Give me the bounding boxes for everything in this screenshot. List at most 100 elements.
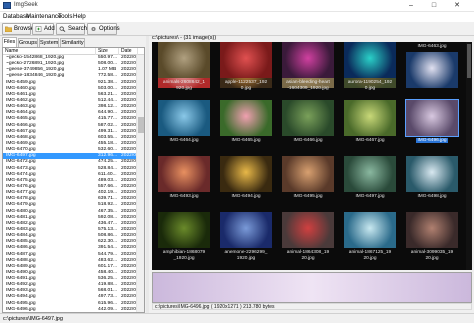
thumbnail-image xyxy=(220,42,272,78)
thumbnail-caption: IMG-6497.jpg xyxy=(340,194,400,200)
thumbnail-image xyxy=(282,42,334,78)
caption-text: apple-1122537_192 0.jpg xyxy=(224,80,268,91)
caption-text: amphibian-1868079 _1920.jpg xyxy=(162,250,206,261)
options-button[interactable]: Options xyxy=(87,23,120,35)
thumbnail-caption: animal-1864308_19 20.jpg xyxy=(278,250,338,261)
add-button[interactable]: Add xyxy=(32,23,55,35)
menu-maintenance[interactable]: Maintenance xyxy=(26,13,61,20)
folder-icon xyxy=(5,26,12,32)
list-header: Name Size Date xyxy=(3,48,144,55)
panel-splitter[interactable] xyxy=(146,36,149,314)
caption-text: animal-3099035_19 20.jpg xyxy=(410,250,454,261)
caption-text: anemone-2296299_ 1920.jpg xyxy=(224,250,268,261)
thumbnail-image xyxy=(344,212,396,248)
thumbnail-image xyxy=(282,212,334,248)
column-date[interactable]: Date xyxy=(119,48,138,55)
toolbar: Browse Add Search Options xyxy=(0,22,474,36)
caption-text: IMG-6466.jpg xyxy=(293,138,323,143)
thumbnail-image xyxy=(158,100,210,136)
thumbnail-image xyxy=(406,52,458,88)
status-bar: c:\pictures\IMG-6497.jpg xyxy=(0,313,474,323)
caption-text: aurora-1190254_192 0.jpg xyxy=(347,80,393,91)
image-preview xyxy=(152,272,472,303)
list-scroll-thumb[interactable] xyxy=(138,117,144,133)
caption-text: IMG-6497.jpg xyxy=(355,194,385,199)
thumbnail-image xyxy=(282,100,334,136)
caption-text: IMG-6465.jpg xyxy=(231,138,261,143)
close-button[interactable]: ✕ xyxy=(448,0,466,12)
thumbnail-caption: animal-3099035_19 20.jpg xyxy=(402,250,462,261)
file-rows: ~gecko-1542868_1920.jpg550.97...2022/07/… xyxy=(3,55,138,312)
caption-text: IMG-6463.jpg xyxy=(417,44,447,49)
thumbnail-caption: IMG-6466.jpg xyxy=(278,138,338,144)
thumbnail-image xyxy=(406,156,458,192)
browse-button[interactable]: Browse xyxy=(2,23,35,35)
maximize-button[interactable]: □ xyxy=(425,0,443,12)
caption-text: animal-1864308_19 20.jpg xyxy=(286,250,330,261)
thumbnail-caption: amphibian-1868079 _1920.jpg xyxy=(154,250,214,261)
list-item[interactable]: IMG-6496.jpg442.09...2022/07/... xyxy=(3,306,138,312)
menu-help[interactable]: Help xyxy=(73,13,86,20)
caption-text: animal-1867125_19 20.jpg xyxy=(348,250,392,261)
tab-groups[interactable]: Groups xyxy=(18,38,38,47)
search-button[interactable]: Search xyxy=(56,23,88,35)
caption-text: IMG-6464.jpg xyxy=(169,138,199,143)
thumbnail-image xyxy=(344,100,396,136)
thumbnail-image xyxy=(158,212,210,248)
grid-path: c:\pictures\ - (31 image(s)) xyxy=(152,35,217,41)
status-path: c:\pictures\IMG-6497.jpg xyxy=(3,316,63,322)
thumbnail-caption: IMG-6464.jpg xyxy=(154,138,214,144)
thumbnail-caption: IMG-6463.jpg xyxy=(402,44,462,50)
grid-scroll-thumb[interactable] xyxy=(467,44,471,78)
tab-similarity[interactable]: Similarity xyxy=(60,38,85,47)
thumbnail-image xyxy=(220,156,272,192)
thumbnail-caption: IMG-6467.jpg xyxy=(340,138,400,144)
thumbnail-caption: animals-2608642_1 920.jpg xyxy=(154,80,214,91)
add-label: Add xyxy=(44,26,55,32)
preview-info: c:\pictures\IMG-6496.jpg ( 1920x1271 ) 2… xyxy=(155,304,275,310)
thumbnail-image xyxy=(282,156,334,192)
thumbnail-grid[interactable]: IMG-6459.jpgIMG-6460.jpgIMG-6461.jpgIMG-… xyxy=(152,42,466,270)
thumbnail-caption: anemone-2296299_ 1920.jpg xyxy=(216,250,276,261)
thumbnail-caption: IMG-6494.jpg xyxy=(216,194,276,200)
caption-text: asian-bleeding-heart -1604309_1920.jpg xyxy=(286,80,330,91)
thumbnail-caption: IMG-6495.jpg xyxy=(278,194,338,200)
thumbnail-image xyxy=(220,100,272,136)
thumbnail-image xyxy=(220,212,272,248)
thumbnail-image xyxy=(158,156,210,192)
thumbnail-caption: aurora-1190254_192 0.jpg xyxy=(340,80,400,91)
thumbnail-image xyxy=(344,42,396,78)
tab-system[interactable]: System xyxy=(39,38,59,47)
thumbnail-caption: asian-bleeding-heart -1604309_1920.jpg xyxy=(278,80,338,91)
thumbnail-caption: animal-1867125_19 20.jpg xyxy=(340,250,400,261)
list-scrollbar[interactable] xyxy=(136,55,144,312)
caption-text: IMG-6467.jpg xyxy=(355,138,385,143)
menu-tools[interactable]: Tools xyxy=(58,13,72,20)
title-bar: ImgSeek – □ ✕ xyxy=(0,0,474,12)
options-label: Options xyxy=(99,26,120,32)
thumbnail-image xyxy=(158,42,210,78)
caption-text: IMG-6496.jpg xyxy=(416,138,448,143)
menu-bar: Database Maintenance Tools Help xyxy=(0,12,474,22)
thumbnail-image xyxy=(406,212,458,248)
caption-text: IMG-6495.jpg xyxy=(293,194,323,199)
gear-icon xyxy=(91,26,96,32)
thumbnail-caption: IMG-6498.jpg xyxy=(402,194,462,200)
thumbnail-caption: IMG-6465.jpg xyxy=(216,138,276,144)
search-label: Search xyxy=(68,26,88,32)
file-list[interactable]: Name Size Date ~gecko-1542868_1920.jpg 55… xyxy=(2,47,145,313)
minimize-button[interactable]: – xyxy=(402,0,420,12)
thumbnail-caption: apple-1122537_192 0.jpg xyxy=(216,80,276,91)
add-icon xyxy=(35,26,42,32)
list-item-size: 442.09... xyxy=(98,306,118,312)
browse-label: Browse xyxy=(14,26,35,32)
caption-text: animals-2608642_1 920.jpg xyxy=(162,80,206,91)
grid-scrollbar[interactable] xyxy=(466,42,472,270)
tab-files[interactable]: Files xyxy=(2,37,17,47)
caption-text: IMG-6498.jpg xyxy=(417,194,447,199)
column-size[interactable]: Size xyxy=(96,48,119,55)
column-name[interactable]: Name xyxy=(3,48,96,55)
thumbnail-image xyxy=(405,99,459,137)
search-icon xyxy=(59,26,66,32)
thumbnail-caption: IMG-6496.jpg xyxy=(402,138,462,144)
